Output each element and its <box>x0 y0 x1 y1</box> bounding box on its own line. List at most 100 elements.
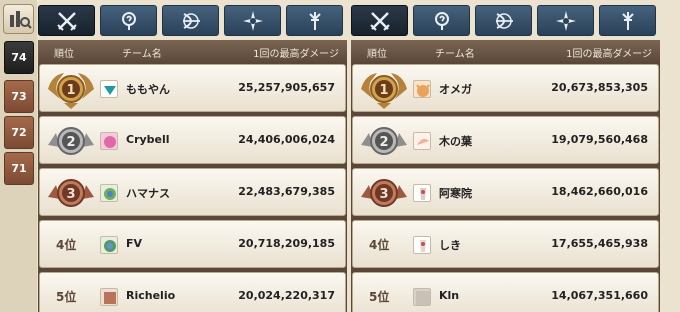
team-emblem-icon <box>100 80 118 98</box>
team-emblem-icon <box>413 184 431 202</box>
magic-question-icon <box>434 11 449 30</box>
tab-bow[interactable] <box>475 5 532 36</box>
ranking-row[interactable]: 3 阿寒院 18,462,660,016 <box>352 168 659 216</box>
team-score: 25,257,905,657 <box>238 81 335 94</box>
team-name: 木の葉 <box>439 135 472 148</box>
header-rank: 順位 <box>367 49 387 60</box>
header-team: チーム名 <box>435 49 475 60</box>
team-score: 20,718,209,185 <box>238 237 335 250</box>
ranking-row[interactable]: 5位 Richelio 20,024,220,317 <box>39 272 346 312</box>
team-name: 阿寒院 <box>439 187 472 200</box>
magic-question-icon <box>121 11 136 30</box>
compass-cross-icon <box>242 10 263 31</box>
season-tab-73[interactable]: 73 <box>4 80 34 113</box>
season-tab-label: 73 <box>11 90 27 103</box>
medal-rank-number: 1 <box>66 83 75 98</box>
team-score: 17,655,465,938 <box>551 237 648 250</box>
bow-icon <box>182 12 200 29</box>
team-emblem-icon <box>413 236 431 254</box>
team-emblem-icon <box>100 288 118 306</box>
ranking-row[interactable]: 4位 FV 20,718,209,185 <box>39 220 346 268</box>
bronze-medal-icon: 3 <box>48 179 94 207</box>
medal-rank-number: 1 <box>379 83 388 98</box>
team-score: 18,462,660,016 <box>551 185 648 198</box>
ranking-header: 順位 チーム名 1回の最高ダメージ <box>38 40 347 62</box>
rank-label: 4位 <box>369 238 390 252</box>
team-score: 19,079,560,468 <box>551 133 648 146</box>
silver-medal-icon: 2 <box>48 127 94 155</box>
medal-rank-number: 2 <box>66 135 75 150</box>
team-score: 14,067,351,660 <box>551 289 648 302</box>
team-score: 22,483,679,385 <box>238 185 335 198</box>
gold-medal-icon: 1 <box>48 73 94 109</box>
team-name: Kln <box>439 289 460 302</box>
tab-compass[interactable] <box>537 5 594 36</box>
team-emblem-icon <box>100 184 118 202</box>
bar-chart-filter-icon <box>10 11 32 29</box>
ranking-row[interactable]: 1 オメガ 20,673,853,305 <box>352 64 659 112</box>
ranking-row[interactable]: 2 Crybell 24,406,006,024 <box>39 116 346 164</box>
team-name: Crybell <box>126 133 170 146</box>
category-tabs <box>38 5 347 36</box>
team-emblem-icon <box>100 236 118 254</box>
medal-rank-number: 2 <box>379 135 388 150</box>
ranking-panel-right: 順位 チーム名 1回の最高ダメージ 1 オメガ 20,673,853,305 2… <box>351 0 660 312</box>
ranking-rows: 1 ももやん 25,257,905,657 2 Crybell 24,406,0… <box>38 62 347 312</box>
spear-icon <box>621 11 634 30</box>
season-tab-label: 71 <box>11 162 27 175</box>
tab-bow[interactable] <box>162 5 219 36</box>
medal-rank-number: 3 <box>379 187 388 202</box>
compass-cross-icon <box>555 10 576 31</box>
team-name: しき <box>439 239 461 252</box>
ranking-row[interactable]: 4位 しき 17,655,465,938 <box>352 220 659 268</box>
ranking-rows: 1 オメガ 20,673,853,305 2 木の葉 19,079,560,46… <box>351 62 660 312</box>
rank-label: 5位 <box>56 290 77 304</box>
ranking-row[interactable]: 2 木の葉 19,079,560,468 <box>352 116 659 164</box>
team-name: Richelio <box>126 289 176 302</box>
gold-medal-icon: 1 <box>361 73 407 109</box>
medal-rank-number: 3 <box>66 187 75 202</box>
season-tab-71[interactable]: 71 <box>4 152 34 185</box>
header-rank: 順位 <box>54 49 74 60</box>
team-name: オメガ <box>439 83 472 96</box>
ranking-row[interactable]: 1 ももやん 25,257,905,657 <box>39 64 346 112</box>
bow-icon <box>495 12 513 29</box>
header-score: 1回の最高ダメージ <box>566 49 652 60</box>
header-team: チーム名 <box>122 49 162 60</box>
tab-magic[interactable] <box>100 5 157 36</box>
team-emblem-icon <box>413 132 431 150</box>
season-tab-label: 72 <box>11 126 27 139</box>
crossed-swords-icon <box>369 11 390 31</box>
season-tab-74[interactable]: 74 <box>4 41 34 74</box>
team-emblem-icon <box>413 80 431 98</box>
season-tab-72[interactable]: 72 <box>4 116 34 149</box>
team-emblem-icon <box>100 132 118 150</box>
ranking-filter-button[interactable] <box>3 4 34 34</box>
category-tabs <box>351 5 660 36</box>
tab-spear[interactable] <box>599 5 656 36</box>
team-score: 24,406,006,024 <box>238 133 335 146</box>
ranking-row[interactable]: 5位 Kln 14,067,351,660 <box>352 272 659 312</box>
header-score: 1回の最高ダメージ <box>253 49 339 60</box>
rank-label: 4位 <box>56 238 77 252</box>
tab-magic[interactable] <box>413 5 470 36</box>
team-score: 20,673,853,305 <box>551 81 648 94</box>
team-emblem-icon <box>413 288 431 306</box>
ranking-header: 順位 チーム名 1回の最高ダメージ <box>351 40 660 62</box>
team-name: ハマナス <box>126 187 170 200</box>
bronze-medal-icon: 3 <box>361 179 407 207</box>
team-score: 20,024,220,317 <box>238 289 335 302</box>
silver-medal-icon: 2 <box>361 127 407 155</box>
season-tab-label: 74 <box>11 51 27 64</box>
ranking-panel-left: 順位 チーム名 1回の最高ダメージ 1 ももやん 25,257,905,657 <box>38 0 347 312</box>
team-name: FV <box>126 237 143 250</box>
rank-label: 5位 <box>369 290 390 304</box>
team-name: ももやん <box>126 83 170 96</box>
spear-icon <box>308 11 321 30</box>
tab-swords[interactable] <box>351 5 408 36</box>
tab-swords[interactable] <box>38 5 95 36</box>
ranking-row[interactable]: 3 ハマナス 22,483,679,385 <box>39 168 346 216</box>
crossed-swords-icon <box>56 11 77 31</box>
tab-compass[interactable] <box>224 5 281 36</box>
tab-spear[interactable] <box>286 5 343 36</box>
